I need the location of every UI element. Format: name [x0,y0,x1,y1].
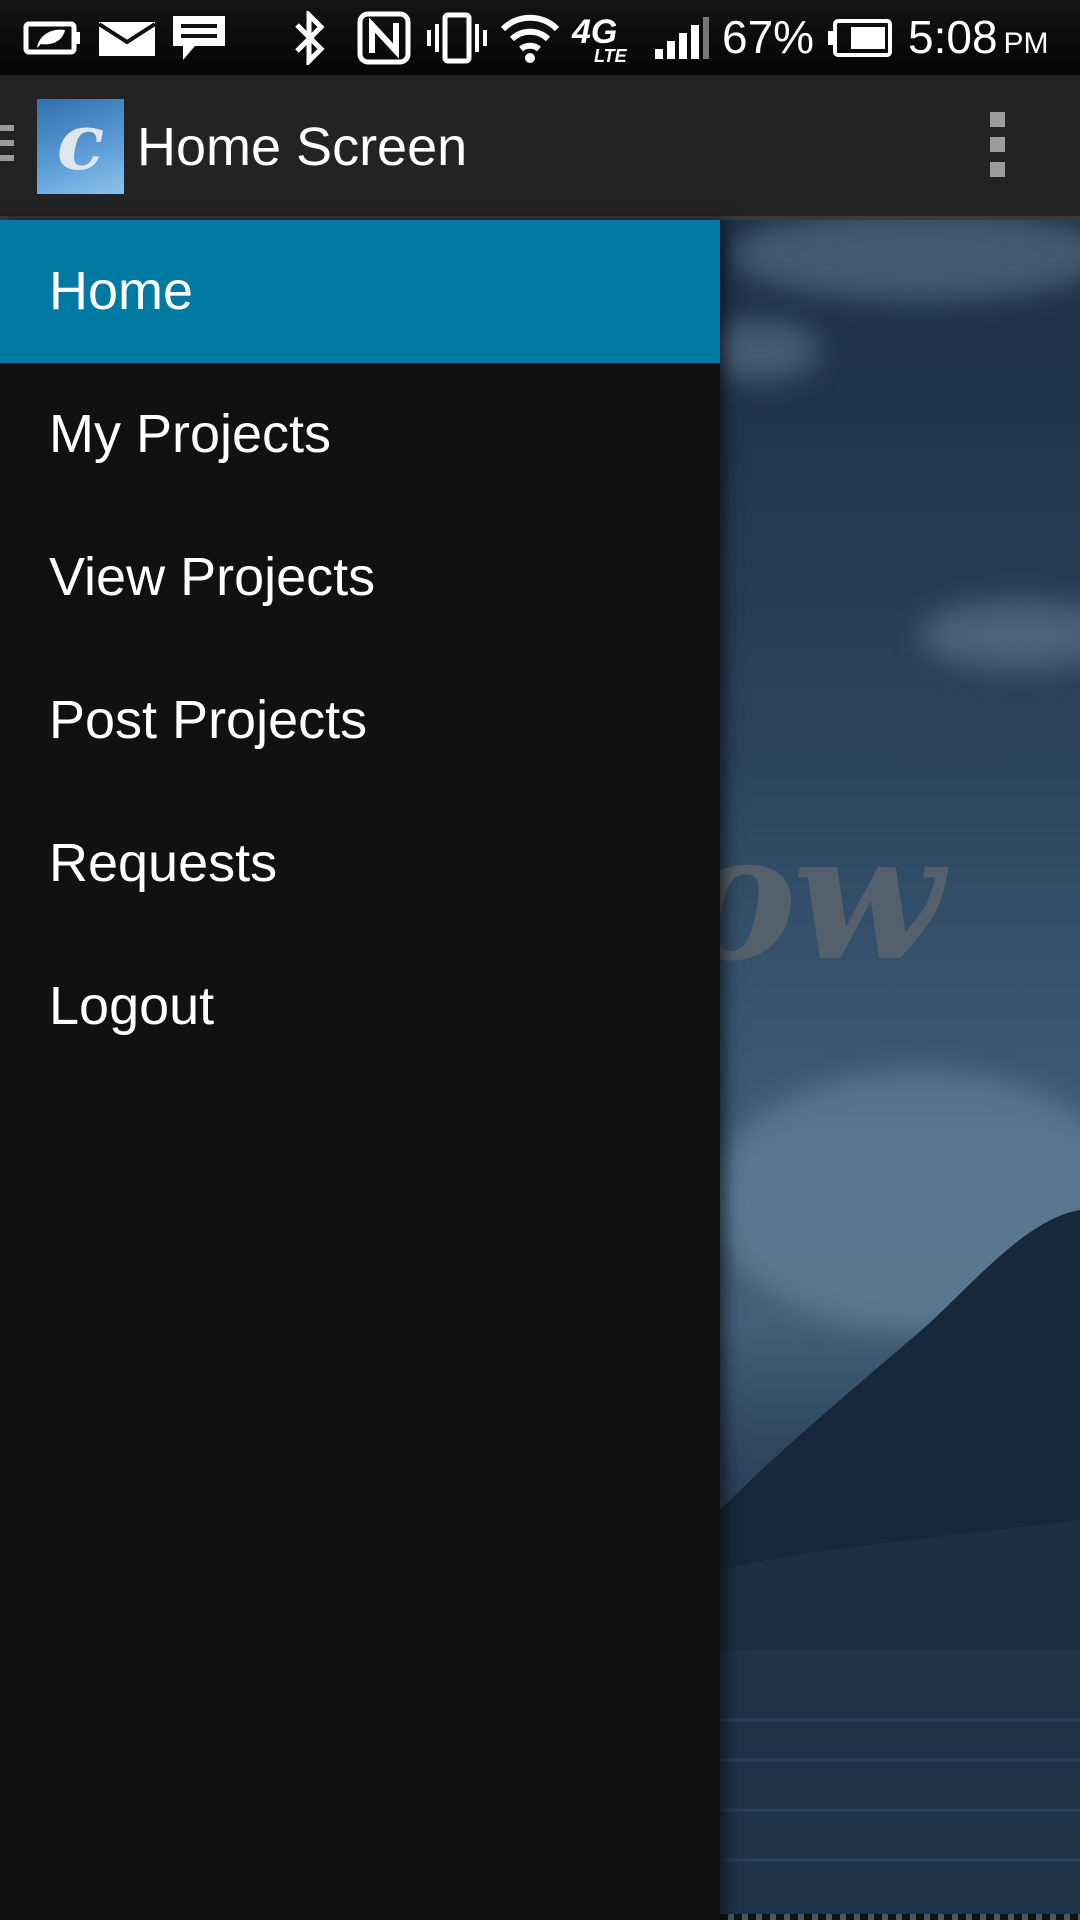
vibrate-icon [426,0,488,75]
time-value: 5:08 [908,11,998,63]
drawer-indicator-icon[interactable] [0,125,14,171]
mail-icon [96,0,158,75]
nav-item-my-projects[interactable]: My Projects [0,363,720,506]
action-bar: c Home Screen [0,75,1080,220]
bluetooth-icon [290,0,330,75]
nfc-icon [356,0,412,75]
status-time: 5:08 PM [908,0,1049,75]
film-edge [720,1914,1080,1920]
nav-item-home[interactable]: Home [0,220,720,363]
overflow-menu-icon[interactable] [982,112,1012,182]
background-script-text: ow [720,795,943,1000]
lte-icon: 4G LTE [572,0,636,75]
app-logo-letter: c [56,99,105,188]
screen: 4G LTE 67% 5:08 PM c Home Screen w Home … [0,0,1080,1920]
wifi-icon [498,0,562,75]
mountain-silhouette [720,1210,1080,1920]
nav-item-requests[interactable]: Requests [0,792,720,935]
nav-drawer: Home My Projects View Projects Post Proj… [0,220,720,1920]
battery-percent: 67% [722,11,815,63]
page-title: Home Screen [137,117,468,177]
time-suffix: PM [1003,27,1049,60]
power-saver-icon [22,0,84,75]
signal-icon [650,0,712,75]
app-logo[interactable]: c [37,99,124,194]
network-label: 4G [572,12,618,51]
nav-item-post-projects[interactable]: Post Projects [0,649,720,792]
background-image: ow [720,220,1080,1920]
battery-icon [824,0,894,75]
message-icon [170,0,228,75]
nav-item-logout[interactable]: Logout [0,935,720,1078]
status-bar: 4G LTE 67% 5:08 PM [0,0,1080,75]
network-sublabel: LTE [594,45,627,66]
nav-item-view-projects[interactable]: View Projects [0,506,720,649]
